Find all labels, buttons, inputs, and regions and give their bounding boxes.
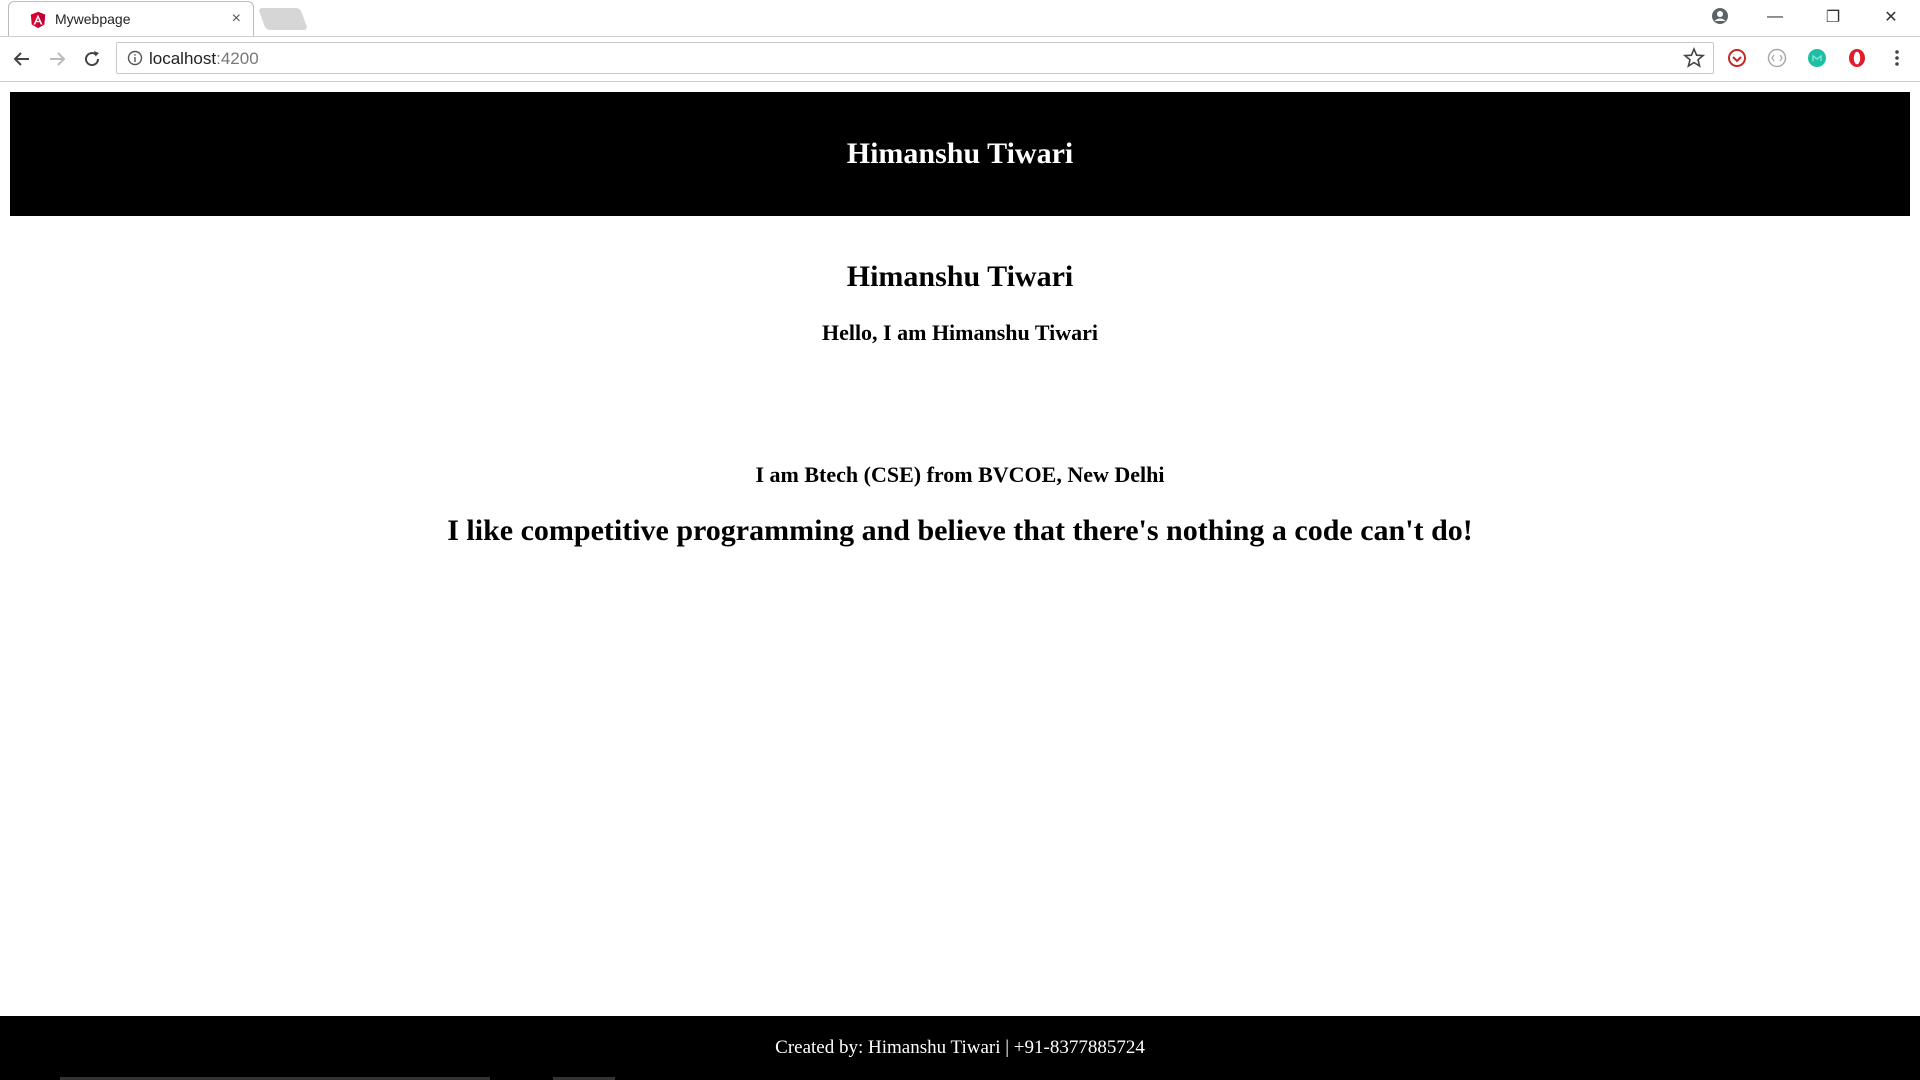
greeting-text: Hello, I am Himanshu Tiwari: [821, 320, 1099, 345]
address-bar[interactable]: localhost:4200: [116, 42, 1714, 74]
header-title: Himanshu Tiwari: [846, 137, 1074, 170]
tab-close-icon[interactable]: ×: [232, 9, 241, 29]
menu-icon[interactable]: [1886, 47, 1908, 69]
info-icon[interactable]: [127, 50, 143, 66]
new-tab-button[interactable]: [257, 8, 309, 30]
education-text: I am Btech (CSE) from BVCOE, New Delhi: [755, 462, 1165, 487]
profile-icon[interactable]: [1710, 6, 1730, 26]
tab-strip: Mywebpage × — ❐ ✕: [0, 0, 1920, 37]
forward-icon: [50, 52, 66, 66]
tagline-text: I like competitive programming and belie…: [447, 514, 1473, 547]
restore-button[interactable]: ❐: [1804, 0, 1862, 34]
browser-toolbar: localhost:4200: [0, 37, 1920, 82]
mercury-extension-icon[interactable]: [1806, 47, 1828, 69]
pocket-extension-icon[interactable]: [1726, 47, 1748, 69]
url-host: localhost: [149, 49, 217, 68]
back-button[interactable]: [10, 47, 34, 71]
code-extension-icon[interactable]: [1766, 47, 1788, 69]
reload-icon: [85, 51, 100, 67]
forward-button[interactable]: [45, 47, 69, 71]
angular-icon: [30, 11, 46, 29]
opera-extension-icon[interactable]: [1846, 47, 1868, 69]
star-icon[interactable]: [1683, 47, 1705, 69]
browser-tab[interactable]: Mywebpage ×: [8, 1, 254, 36]
close-window-button[interactable]: ✕: [1862, 0, 1920, 34]
site-footer: Created by: Himanshu Tiwari | +91-837788…: [0, 1016, 1920, 1080]
back-icon: [13, 52, 29, 66]
profile-name: Himanshu Tiwari: [846, 260, 1074, 293]
minimize-button[interactable]: —: [1746, 0, 1804, 34]
tab-title: Mywebpage: [55, 11, 131, 27]
window-controls: — ❐ ✕: [1746, 0, 1920, 34]
footer-text: Created by: Himanshu Tiwari | +91-837788…: [775, 1037, 1145, 1058]
site-header: Himanshu Tiwari: [10, 92, 1910, 216]
url-port: :4200: [216, 49, 259, 68]
reload-button[interactable]: [80, 47, 104, 71]
url-text: localhost:4200: [149, 49, 749, 69]
